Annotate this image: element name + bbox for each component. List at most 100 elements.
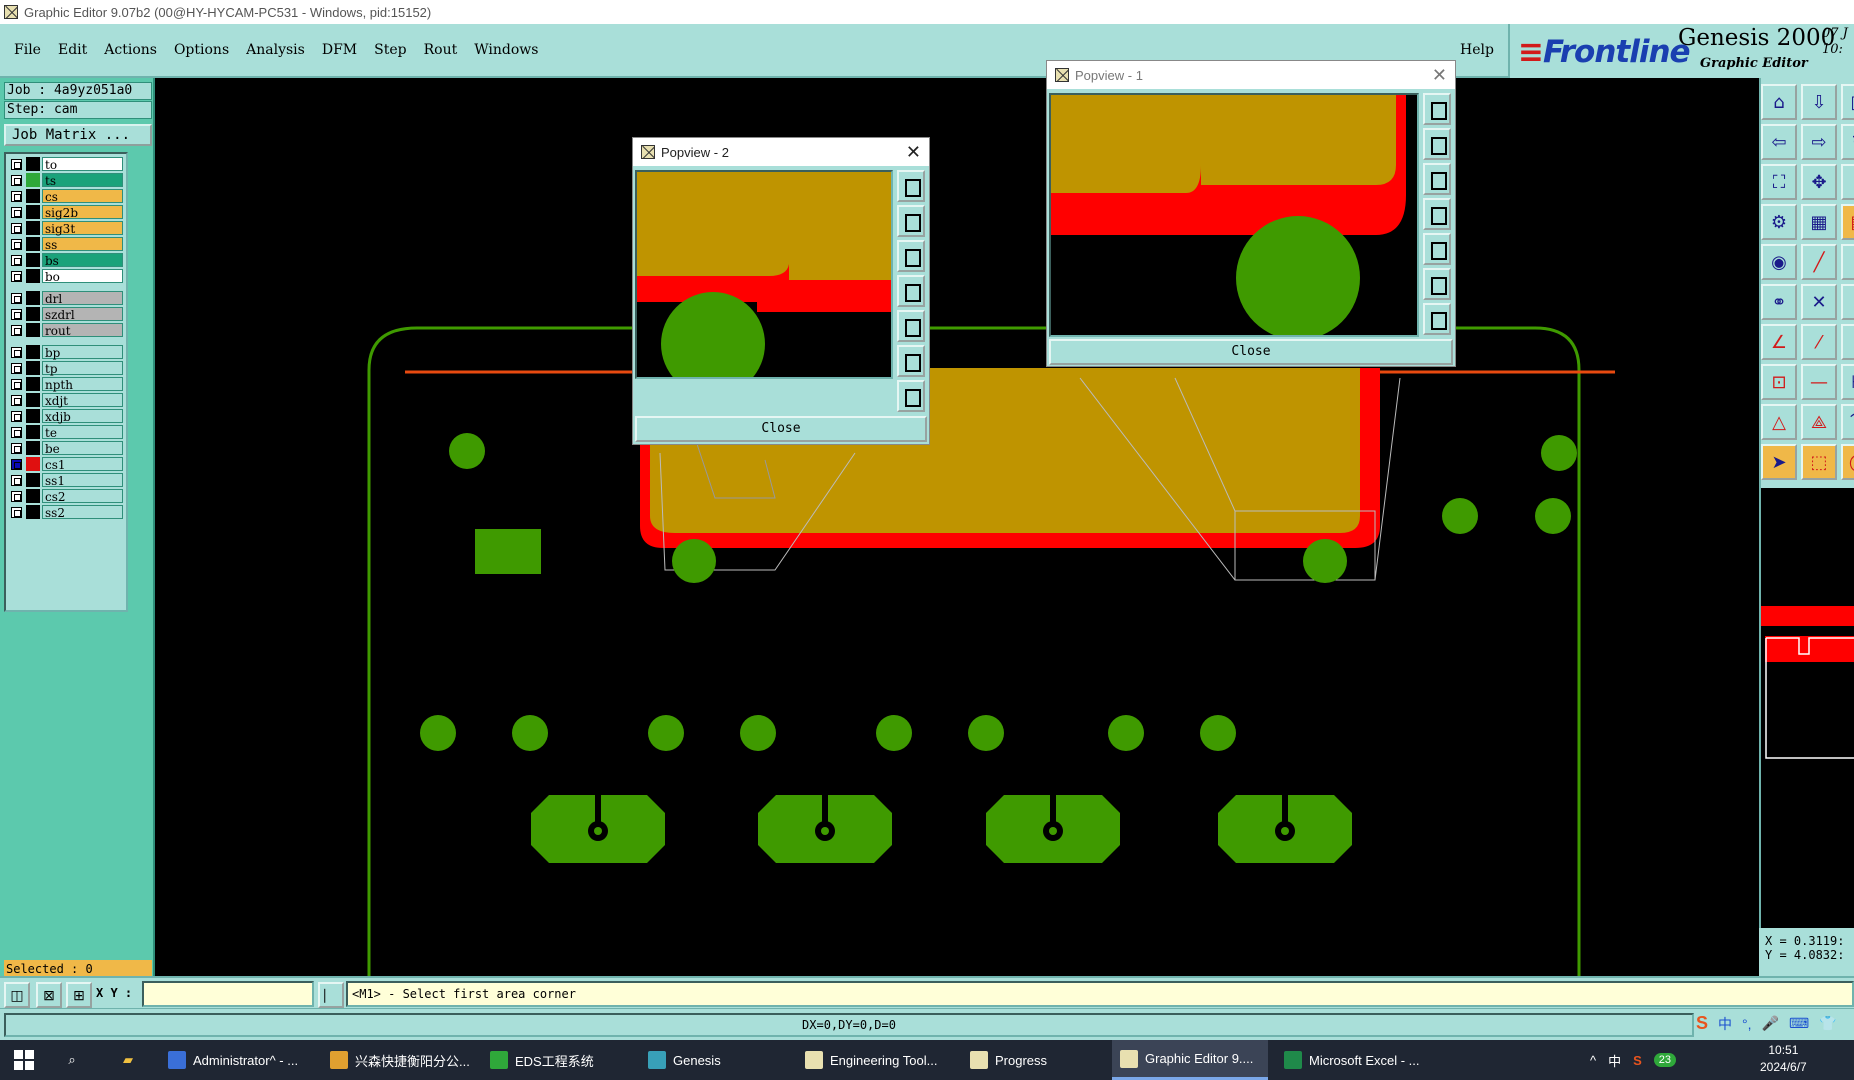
layer-name[interactable]: ss1: [42, 473, 123, 488]
layer-row-drl[interactable]: drl: [6, 290, 126, 306]
horizontal-icon[interactable]: —: [1801, 364, 1837, 400]
layer-row-szdrl[interactable]: szdrl: [6, 306, 126, 322]
select-circle-icon[interactable]: ◯: [1841, 444, 1854, 480]
layer-name[interactable]: ss2: [42, 505, 123, 520]
layer-name[interactable]: szdrl: [42, 307, 123, 322]
layer-checkbox[interactable]: [11, 174, 22, 186]
layer-name[interactable]: ts: [42, 173, 123, 188]
layer-name[interactable]: cs: [42, 189, 123, 204]
layer-checkbox[interactable]: [11, 238, 22, 250]
layer-color-swatch[interactable]: [26, 253, 40, 267]
redo-icon[interactable]: ↻: [1841, 124, 1854, 160]
layer-row-ss2[interactable]: ss2: [6, 504, 126, 520]
angle-icon[interactable]: ∠: [1761, 324, 1797, 360]
layer-name[interactable]: ss: [42, 237, 123, 252]
job-matrix-button[interactable]: Job Matrix ...: [4, 124, 152, 146]
layer-row-npth[interactable]: npth: [6, 376, 126, 392]
layer-row-bp[interactable]: bp: [6, 344, 126, 360]
windows-start-icon[interactable]: [14, 1050, 34, 1070]
layer-color-swatch[interactable]: [26, 409, 40, 423]
circle-node-icon[interactable]: ∘: [1841, 284, 1854, 320]
layer-color-swatch[interactable]: [26, 205, 40, 219]
scroll-icon[interactable]: ↕: [1841, 164, 1854, 200]
vertical-icon[interactable]: │: [1841, 324, 1854, 360]
layer-checkbox[interactable]: [11, 346, 22, 358]
layer-checkbox[interactable]: [11, 394, 22, 406]
layer-name[interactable]: xdjb: [42, 409, 123, 424]
popview-2-zoom-out-icon[interactable]: [897, 380, 925, 412]
layer-color-swatch[interactable]: [26, 221, 40, 235]
layer-row-te[interactable]: te: [6, 424, 126, 440]
layer-row-ss[interactable]: ss: [6, 236, 126, 252]
layer-color-swatch[interactable]: [26, 393, 40, 407]
popview-1-pan-left-icon[interactable]: [1423, 198, 1451, 230]
menu-dfm[interactable]: DFM: [322, 42, 357, 58]
taskbar-task[interactable]: Microsoft Excel - ...: [1276, 1040, 1426, 1080]
popview-2-fit-icon[interactable]: [897, 345, 925, 377]
layer-checkbox[interactable]: [11, 324, 22, 336]
menu-edit[interactable]: Edit: [58, 42, 87, 58]
menu-rout[interactable]: Rout: [424, 42, 458, 58]
layer-color-swatch[interactable]: [26, 377, 40, 391]
layer-name[interactable]: bs: [42, 253, 123, 268]
zoom-box-icon[interactable]: ▣: [1841, 84, 1854, 120]
layer-row-ss1[interactable]: ss1: [6, 472, 126, 488]
layer-row-be[interactable]: be: [6, 440, 126, 456]
layer-checkbox[interactable]: [11, 308, 22, 320]
zoom-home-icon[interactable]: ⌂: [1761, 84, 1797, 120]
polygon-icon[interactable]: ⟁: [1801, 404, 1837, 440]
taskbar-task[interactable]: Genesis: [640, 1040, 790, 1080]
popview-2-pan-right-icon[interactable]: [897, 310, 925, 342]
search-icon[interactable]: ⌕: [62, 1050, 82, 1070]
layer-row-bo[interactable]: bo: [6, 268, 126, 284]
layer-checkbox[interactable]: [11, 426, 22, 438]
draw-line-icon[interactable]: ╱: [1801, 244, 1837, 280]
taskbar-task[interactable]: Engineering Tool...: [797, 1040, 952, 1080]
popview-1-pan-up-icon[interactable]: [1423, 128, 1451, 160]
popview-2-view[interactable]: [635, 170, 893, 379]
layer-row-sig2b[interactable]: sig2b: [6, 204, 126, 220]
popview-1-close-button[interactable]: Close: [1049, 339, 1453, 365]
layer-checkbox[interactable]: [11, 474, 22, 486]
layer-row-cs[interactable]: cs: [6, 188, 126, 204]
popview-1-pan-right-icon[interactable]: [1423, 233, 1451, 265]
layer-name[interactable]: cs2: [42, 489, 123, 504]
layer-checkbox[interactable]: [11, 254, 22, 266]
layer-name[interactable]: bo: [42, 269, 123, 284]
taskbar-task[interactable]: 兴森快捷衡阳分公...: [322, 1040, 472, 1080]
pan-left-icon[interactable]: ⇦: [1761, 124, 1797, 160]
snap-icon[interactable]: ◉: [1761, 244, 1797, 280]
tee-icon[interactable]: ⊢: [1841, 364, 1854, 400]
layer-row-cs2[interactable]: cs2: [6, 488, 126, 504]
popview-2-close-button[interactable]: Close: [635, 416, 927, 442]
graphic-canvas[interactable]: [155, 78, 1759, 978]
layer-row-tp[interactable]: tp: [6, 360, 126, 376]
layer-color-swatch[interactable]: [26, 189, 40, 203]
layer-color-swatch[interactable]: [26, 441, 40, 455]
layer-color-swatch[interactable]: [26, 473, 40, 487]
info-icon[interactable]: ⎸: [318, 982, 344, 1008]
tray-badge-icon[interactable]: 23: [1653, 1053, 1677, 1067]
taskbar-task[interactable]: Administrator^ - ...: [160, 1040, 310, 1080]
layer-checkbox[interactable]: [11, 378, 22, 390]
layer-name[interactable]: to: [42, 157, 123, 172]
popview-2-pan-up-icon[interactable]: [897, 205, 925, 237]
center-icon[interactable]: ✥: [1801, 164, 1837, 200]
nodes-icon[interactable]: ⚭: [1761, 284, 1797, 320]
layer-name[interactable]: te: [42, 425, 123, 440]
layer-color-swatch[interactable]: [26, 237, 40, 251]
cross-icon[interactable]: ✕: [1801, 284, 1837, 320]
layer-checkbox[interactable]: [11, 506, 22, 518]
layer-color-swatch[interactable]: [26, 425, 40, 439]
cursor-mode-icon[interactable]: ⊠: [36, 982, 62, 1008]
microphone-icon[interactable]: 🎤: [1762, 1015, 1779, 1032]
ime-chinese-mode[interactable]: 中: [1718, 1014, 1732, 1034]
layer-checkbox[interactable]: [11, 442, 22, 454]
layer-color-swatch[interactable]: [26, 307, 40, 321]
menu-file[interactable]: File: [14, 42, 41, 58]
menu-windows[interactable]: Windows: [474, 42, 538, 58]
layer-color-swatch[interactable]: [26, 323, 40, 337]
layer-checkbox[interactable]: [11, 292, 22, 304]
menu-actions[interactable]: Actions: [104, 42, 157, 58]
xy-input[interactable]: [142, 981, 314, 1007]
